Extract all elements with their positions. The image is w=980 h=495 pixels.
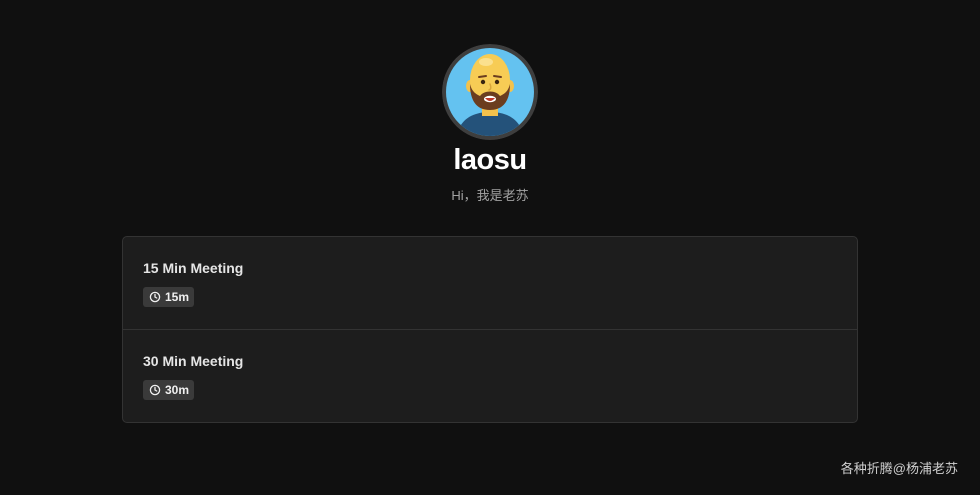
event-type-list: 15 Min Meeting 15m 30 Min Meeting 30m	[122, 236, 858, 423]
bald-bearded-man-avatar-icon	[442, 44, 538, 140]
duration-badge: 30m	[143, 380, 195, 400]
clock-icon	[149, 384, 161, 396]
duration-label: 15m	[165, 290, 190, 304]
profile-name: laosu	[453, 144, 527, 176]
profile-header: laosu Hi，我是老苏	[0, 44, 980, 205]
avatar	[442, 44, 538, 140]
watermark: 各种折腾@杨浦老苏	[840, 461, 958, 476]
clock-icon	[149, 291, 161, 303]
event-title: 15 Min Meeting	[143, 260, 244, 276]
event-type-15-min[interactable]: 15 Min Meeting 15m	[123, 237, 857, 329]
event-type-30-min[interactable]: 30 Min Meeting 30m	[123, 329, 857, 421]
profile-bio: Hi，我是老苏	[451, 188, 529, 203]
duration-badge: 15m	[143, 287, 195, 307]
duration-label: 30m	[165, 383, 190, 397]
event-title: 30 Min Meeting	[143, 353, 244, 369]
